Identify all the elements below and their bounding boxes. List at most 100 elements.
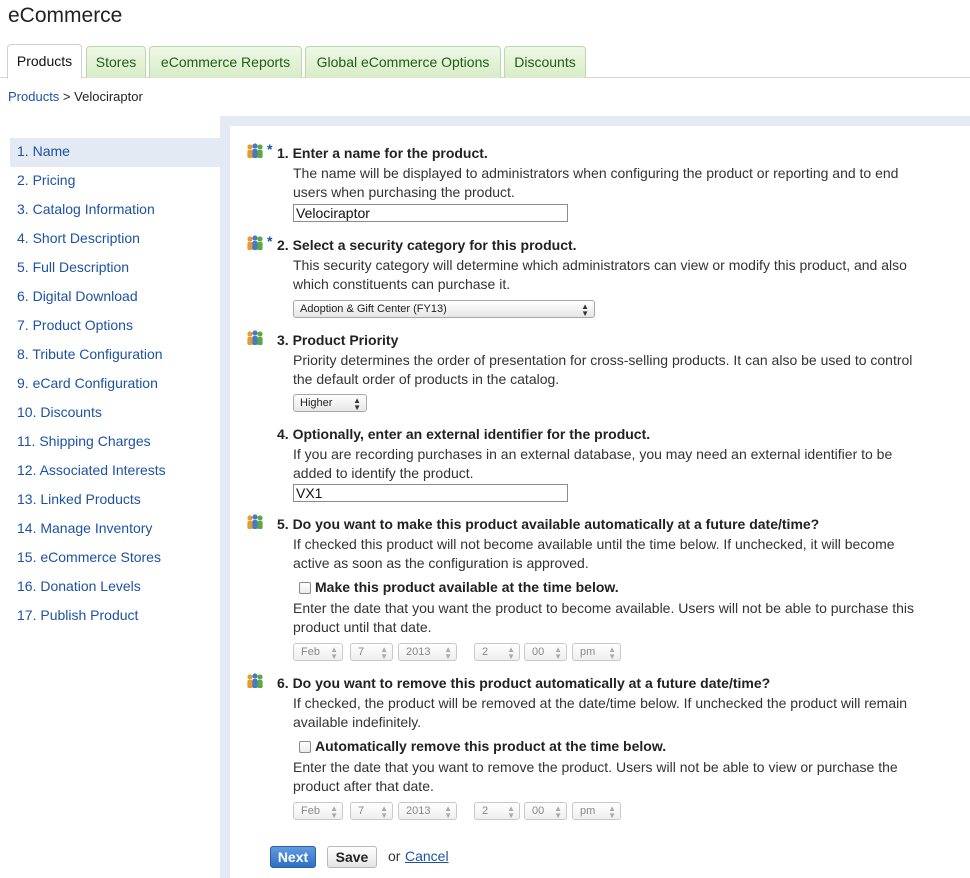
sidebar-item-label: Short Description <box>32 230 140 246</box>
updown-arrows-icon: ▲ ▼ <box>554 645 562 661</box>
updown-arrows-icon: ▲ ▼ <box>380 645 388 661</box>
selected-value: 2 <box>482 646 489 658</box>
or-text: or <box>388 848 401 864</box>
sidebar-item-shipping-charges[interactable]: 11. Shipping Charges <box>10 428 220 457</box>
sidebar-item-digital-download[interactable]: 6. Digital Download <box>10 283 220 312</box>
selected-value: 2 <box>482 805 489 817</box>
selected-value: Feb <box>301 646 320 658</box>
next-button[interactable]: Next <box>270 846 316 868</box>
section-title: 6. Do you want to remove this product au… <box>277 675 771 691</box>
sidebar-item-label: Pricing <box>32 172 76 188</box>
priority-select[interactable]: Higher ▲ ▼ <box>293 394 367 412</box>
breadcrumb-products-link[interactable]: Products <box>8 89 59 104</box>
sidebar-item-pricing[interactable]: 2. Pricing <box>10 167 220 196</box>
selected-value: 7 <box>358 646 365 658</box>
sidebar-item-associated-interests[interactable]: 12. Associated Interests <box>10 457 220 486</box>
step-sidebar: 1. Name 2. Pricing 3. Catalog Informatio… <box>10 138 220 631</box>
sidebar-item-ecommerce-stores[interactable]: 15. eCommerce Stores <box>10 544 220 573</box>
tab-discounts[interactable]: Discounts <box>504 46 586 78</box>
external-identifier-input[interactable]: VX1 <box>293 484 568 502</box>
section-title: 2. Select a security category for this p… <box>277 237 577 253</box>
year-select[interactable]: 2013 ▲ ▼ <box>398 802 457 820</box>
day-select[interactable]: 7 ▲ ▼ <box>350 802 393 820</box>
date-description: Enter the date that you want to remove t… <box>293 759 898 794</box>
year-select[interactable]: 2013 ▲ ▼ <box>398 643 457 661</box>
sidebar-item-publish-product[interactable]: 17. Publish Product <box>10 602 220 631</box>
month-select[interactable]: Feb ▲ ▼ <box>293 802 343 820</box>
step-number: 10. <box>17 404 37 420</box>
sidebar-item-full-description[interactable]: 5. Full Description <box>10 254 220 283</box>
ampm-select[interactable]: pm ▲ ▼ <box>572 643 621 661</box>
sidebar-item-label: Name <box>32 143 70 159</box>
section-product-priority: 3. Product Priority Priority determines … <box>246 330 966 414</box>
step-number: 7. <box>17 317 29 333</box>
selected-value: 00 <box>532 646 545 658</box>
sidebar-item-discounts[interactable]: 10. Discounts <box>10 399 220 428</box>
people-icon <box>247 673 263 688</box>
auto-remove-checkbox[interactable] <box>299 741 311 753</box>
step-number: 17. <box>17 607 37 623</box>
section-description: The name will be displayed to administra… <box>293 165 899 200</box>
sidebar-item-short-description[interactable]: 4. Short Description <box>10 225 220 254</box>
content-top-border <box>220 116 970 126</box>
step-number: 2. <box>17 172 29 188</box>
sidebar-item-label: Publish Product <box>40 607 139 623</box>
step-number: 5. <box>17 259 29 275</box>
save-button[interactable]: Save <box>327 846 377 868</box>
app-title: eCommerce <box>8 4 123 27</box>
make-available-checkbox[interactable] <box>299 582 311 594</box>
security-category-select[interactable]: Adoption & Gift Center (FY13) ▲ ▼ <box>293 300 595 318</box>
updown-arrows-icon: ▲ ▼ <box>444 645 452 661</box>
sidebar-item-tribute-configuration[interactable]: 8. Tribute Configuration <box>10 341 220 370</box>
step-number: 4. <box>17 230 29 246</box>
sidebar-item-label: eCard Configuration <box>32 375 158 391</box>
cancel-link[interactable]: Cancel <box>405 848 449 864</box>
selected-value: Higher <box>300 397 333 409</box>
sidebar-item-label: Product Options <box>32 317 133 333</box>
minute-select[interactable]: 00 ▲ ▼ <box>524 643 567 661</box>
step-number: 12. <box>17 462 37 478</box>
tab-stores[interactable]: Stores <box>86 46 146 78</box>
selected-value: 7 <box>358 805 365 817</box>
ampm-select[interactable]: pm ▲ ▼ <box>572 802 621 820</box>
day-select[interactable]: 7 ▲ ▼ <box>350 643 393 661</box>
section-title: 4. Optionally, enter an external identif… <box>277 426 651 442</box>
sidebar-item-name[interactable]: 1. Name <box>10 138 220 167</box>
required-asterisk: * <box>267 141 273 157</box>
content-left-border <box>220 116 230 878</box>
month-select[interactable]: Feb ▲ ▼ <box>293 643 343 661</box>
auto-remove-label: Automatically remove this product at the… <box>315 738 667 754</box>
breadcrumb-separator: > <box>59 89 75 104</box>
make-available-label: Make this product available at the time … <box>315 579 619 595</box>
step-number: 11. <box>17 433 36 449</box>
sidebar-item-label: Manage Inventory <box>40 520 153 536</box>
minute-select[interactable]: 00 ▲ ▼ <box>524 802 567 820</box>
sidebar-item-label: Full Description <box>32 259 130 275</box>
tab-products[interactable]: Products <box>7 44 82 79</box>
sidebar-item-ecard-configuration[interactable]: 9. eCard Configuration <box>10 370 220 399</box>
sidebar-item-label: Catalog Information <box>32 201 155 217</box>
sidebar-item-product-options[interactable]: 7. Product Options <box>10 312 220 341</box>
sidebar-item-label: Linked Products <box>40 491 141 507</box>
selected-value: 00 <box>532 805 545 817</box>
sidebar-item-catalog-information[interactable]: 3. Catalog Information <box>10 196 220 225</box>
sidebar-item-donation-levels[interactable]: 16. Donation Levels <box>10 573 220 602</box>
product-name-input[interactable]: Velociraptor <box>293 204 568 222</box>
hour-select[interactable]: 2 ▲ ▼ <box>474 802 520 820</box>
section-security-category: * 2. Select a security category for this… <box>246 233 966 322</box>
sidebar-item-label: Associated Interests <box>39 462 166 478</box>
sidebar-item-linked-products[interactable]: 13. Linked Products <box>10 486 220 515</box>
hour-select[interactable]: 2 ▲ ▼ <box>474 643 520 661</box>
section-title: 1. Enter a name for the product. <box>277 145 488 161</box>
tab-ecommerce-reports[interactable]: eCommerce Reports <box>149 46 302 78</box>
sidebar-item-manage-inventory[interactable]: 14. Manage Inventory <box>10 515 220 544</box>
sidebar-item-label: Donation Levels <box>40 578 141 594</box>
step-number: 15. <box>17 549 37 565</box>
step-number: 14. <box>17 520 37 536</box>
updown-arrows-icon: ▲ ▼ <box>444 804 452 820</box>
tab-global-ecommerce-options[interactable]: Global eCommerce Options <box>305 46 501 78</box>
people-icon <box>247 330 263 345</box>
updown-arrows-icon: ▲ ▼ <box>380 804 388 820</box>
section-available-date: 5. Do you want to make this product avai… <box>246 514 966 664</box>
step-number: 3. <box>17 201 29 217</box>
